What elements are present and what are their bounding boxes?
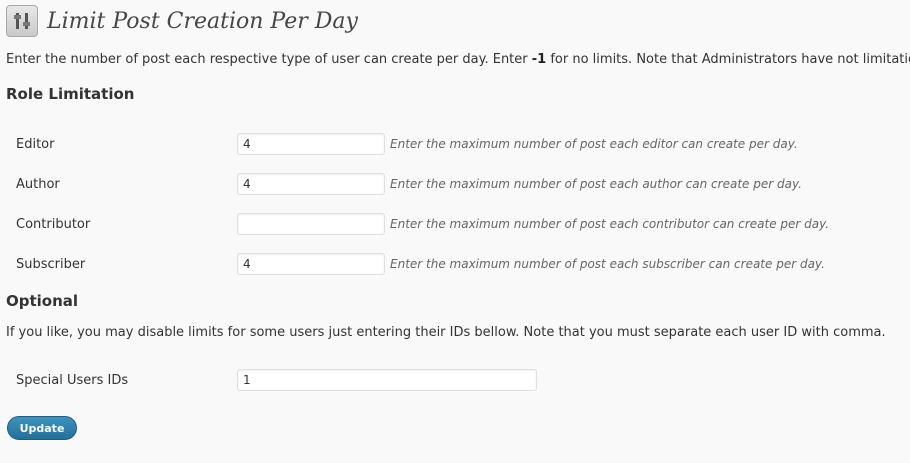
editor-description: Enter the maximum number of post each ed… xyxy=(390,137,798,151)
special-users-input[interactable] xyxy=(237,369,537,391)
author-description: Enter the maximum number of post each au… xyxy=(390,177,802,191)
special-users-row: Special Users IDs xyxy=(16,368,537,392)
special-users-label: Special Users IDs xyxy=(16,372,129,388)
intro-text-start: Enter the number of post each respective… xyxy=(6,52,532,67)
page-title: Limit Post Creation Per Day xyxy=(47,8,358,34)
editor-limit-input[interactable] xyxy=(237,133,385,155)
settings-icon xyxy=(6,5,38,37)
contributor-limit-input[interactable] xyxy=(237,213,385,235)
author-label: Author xyxy=(16,176,60,192)
author-row: Author Enter the maximum number of post … xyxy=(16,172,802,196)
contributor-description: Enter the maximum number of post each co… xyxy=(390,217,830,231)
subscriber-description: Enter the maximum number of post each su… xyxy=(390,257,825,271)
editor-label: Editor xyxy=(16,136,55,152)
author-limit-input[interactable] xyxy=(237,173,385,195)
contributor-row: Contributor Enter the maximum number of … xyxy=(16,212,829,236)
intro-no-limit-value: -1 xyxy=(531,52,547,67)
role-limitation-heading: Role Limitation xyxy=(6,85,135,103)
optional-heading: Optional xyxy=(6,292,79,310)
intro-text: Enter the number of post each respective… xyxy=(6,52,910,67)
subscriber-limit-input[interactable] xyxy=(237,253,385,275)
contributor-label: Contributor xyxy=(16,216,91,232)
update-button[interactable]: Update xyxy=(7,416,77,440)
subscriber-label: Subscriber xyxy=(16,256,86,272)
editor-row: Editor Enter the maximum number of post … xyxy=(16,132,798,156)
optional-note: If you like, you may disable limits for … xyxy=(6,325,886,340)
subscriber-row: Subscriber Enter the maximum number of p… xyxy=(16,252,825,276)
page-header: Limit Post Creation Per Day xyxy=(6,4,358,38)
intro-text-end: for no limits. Note that Administrators … xyxy=(546,52,910,67)
